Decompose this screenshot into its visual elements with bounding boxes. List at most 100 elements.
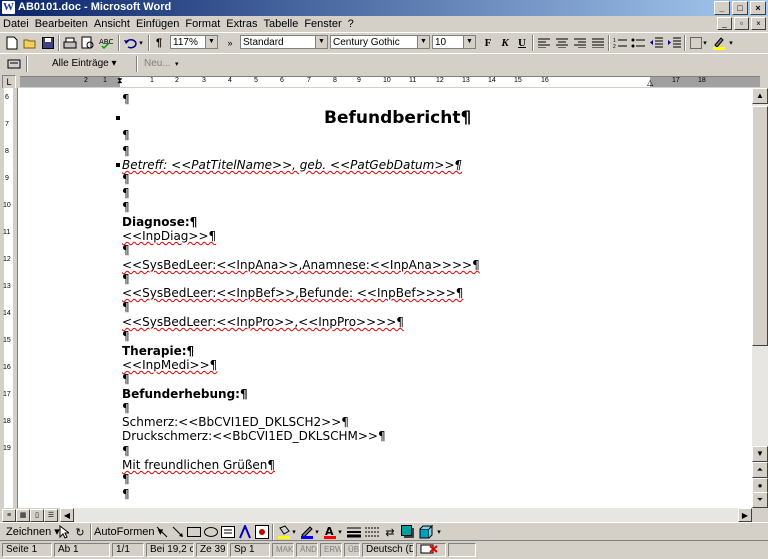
underline-button[interactable]: U xyxy=(514,35,530,51)
menu-datei[interactable]: Datei xyxy=(0,17,32,31)
overtype-indicator[interactable]: ÜB xyxy=(344,543,360,557)
drawing-overflow-icon[interactable]: ▾ xyxy=(434,524,444,540)
menu-fenster[interactable]: Fenster xyxy=(301,17,344,31)
word-app-icon[interactable]: W xyxy=(2,1,15,14)
line-style-icon[interactable] xyxy=(346,524,362,540)
save-icon[interactable] xyxy=(40,35,56,51)
anamnesis-field: <<SysBedLeer:<<InpAna>>,Anamnese:<<InpAn… xyxy=(122,258,480,272)
scroll-right-arrow[interactable]: ▶ xyxy=(738,508,752,522)
style-select[interactable]: Standard ▼ xyxy=(240,35,328,49)
font-select[interactable]: Century Gothic ▼ xyxy=(330,35,430,49)
spelling-status-icon[interactable] xyxy=(416,543,446,557)
dash-style-icon[interactable] xyxy=(364,524,380,540)
wordart-icon[interactable] xyxy=(237,524,253,540)
undo-dropdown-icon[interactable]: ▾ xyxy=(136,35,146,51)
show-formatting-icon[interactable]: ¶ xyxy=(151,35,167,51)
print-icon[interactable] xyxy=(62,35,78,51)
font-color-dropdown-icon[interactable]: ▾ xyxy=(336,524,344,540)
horizontal-scrollbar[interactable]: ≡ ▦ ▯ ☰ ◀ ▶ xyxy=(0,508,768,522)
bold-button[interactable]: F xyxy=(480,35,496,51)
open-icon[interactable] xyxy=(22,35,38,51)
align-center-icon[interactable] xyxy=(554,35,570,51)
clipart-icon[interactable] xyxy=(254,524,270,540)
free-rotate-icon[interactable]: ↻ xyxy=(72,524,88,540)
decrease-indent-icon[interactable] xyxy=(648,35,664,51)
language-indicator[interactable]: Deutsch (De xyxy=(362,543,414,557)
right-indent-marker[interactable]: △ xyxy=(647,78,653,87)
oval-tool-icon[interactable] xyxy=(203,524,219,540)
align-right-icon[interactable] xyxy=(572,35,588,51)
line-color-dropdown-icon[interactable]: ▾ xyxy=(313,524,321,540)
menu-tabelle[interactable]: Tabelle xyxy=(260,17,301,31)
3d-icon[interactable] xyxy=(418,524,434,540)
extend-selection-indicator[interactable]: ERW xyxy=(320,543,342,557)
medication-field: <<InpMedi>>¶ xyxy=(122,358,218,372)
fill-color-dropdown-icon[interactable]: ▾ xyxy=(290,524,298,540)
previous-page-icon[interactable]: ⏶ xyxy=(752,462,768,478)
vertical-ruler: 6 7 8 9 10 11 12 13 14 15 16 17 18 19 xyxy=(0,88,18,508)
vertical-scrollbar[interactable]: ▲ ▼ ⏶ ● ⏷ xyxy=(752,88,768,508)
vruler-num: 15 xyxy=(3,337,11,344)
autoshapes-menu-button[interactable]: AutoFormen ▾ xyxy=(94,525,163,538)
new-doc-icon[interactable] xyxy=(4,35,20,51)
new-entry-button[interactable]: Neu... xyxy=(144,56,171,72)
doc-minimize-button[interactable]: _ xyxy=(717,17,732,30)
scroll-left-arrow[interactable]: ◀ xyxy=(60,508,74,522)
borders-dropdown-icon[interactable]: ▾ xyxy=(700,35,710,51)
arrow-style-icon[interactable]: ⇄ xyxy=(382,524,398,540)
menu-extras[interactable]: Extras xyxy=(223,17,260,31)
window-title: AB0101.doc - Microsoft Word xyxy=(18,1,172,13)
next-page-icon[interactable]: ⏷ xyxy=(752,492,768,508)
spellcheck-icon[interactable]: ABC xyxy=(98,35,114,51)
shadow-icon[interactable] xyxy=(400,524,416,540)
outline-view-icon[interactable]: ☰ xyxy=(44,509,58,522)
all-entries-button[interactable]: Alle Einträge ▾ xyxy=(52,56,117,72)
menu-bearbeiten[interactable]: Bearbeiten xyxy=(32,17,91,31)
textbox-tool-icon[interactable] xyxy=(220,524,236,540)
highlight-dropdown-icon[interactable]: ▾ xyxy=(726,35,736,51)
first-line-indent-marker[interactable]: ⧗ xyxy=(117,76,123,86)
toolbar-overflow-icon[interactable]: » xyxy=(222,35,238,51)
font-size-select[interactable]: 10 ▼ xyxy=(432,35,476,49)
draw-menu-button[interactable]: Zeichnen ▾ xyxy=(6,525,60,538)
scroll-thumb[interactable] xyxy=(752,106,768,346)
menu-ansicht[interactable]: Ansicht xyxy=(91,17,133,31)
doc-restore-button[interactable]: ▫ xyxy=(734,17,749,30)
tenderness-field: Druckschmerz:<<BbCVI1ED_DKLSCHM>>¶ xyxy=(122,429,386,443)
highlight-icon[interactable] xyxy=(711,35,727,51)
select-objects-icon[interactable] xyxy=(56,524,72,540)
macro-recorder-indicator[interactable]: MAK xyxy=(272,543,294,557)
numbering-icon[interactable]: 12 xyxy=(612,35,628,51)
scroll-up-arrow[interactable]: ▲ xyxy=(752,88,768,104)
justify-icon[interactable] xyxy=(590,35,606,51)
menu-format[interactable]: Format xyxy=(182,17,223,31)
ruler-tick: 6 xyxy=(280,77,284,84)
arrow-tool-icon[interactable] xyxy=(170,524,186,540)
toolbar2-dropdown-icon[interactable]: ▾ xyxy=(175,60,179,68)
web-layout-icon[interactable]: ▦ xyxy=(16,509,30,522)
document-page[interactable]: ¶ Befundbericht¶ ¶ ¶ Betreff: <<PatTitel… xyxy=(18,88,752,508)
ruler-track[interactable]: 2 1 1 2 3 4 5 6 7 8 9 10 11 12 13 14 15 … xyxy=(20,76,760,87)
print-layout-icon[interactable]: ▯ xyxy=(30,509,44,522)
track-changes-indicator[interactable]: ÄND xyxy=(296,543,318,557)
print-preview-icon[interactable] xyxy=(80,35,96,51)
scroll-down-arrow[interactable]: ▼ xyxy=(752,446,768,462)
normal-view-icon[interactable]: ≡ xyxy=(2,509,16,522)
doc-close-button[interactable]: × xyxy=(751,17,766,30)
maximize-button[interactable]: □ xyxy=(732,1,748,15)
status-line: Ze 39 xyxy=(196,543,228,557)
tab-type-selector[interactable]: L xyxy=(2,75,16,89)
zoom-select[interactable]: 117% ▼ xyxy=(170,35,218,49)
keep-with-next-marker xyxy=(116,116,120,120)
menu-einfuegen[interactable]: Einfügen xyxy=(133,17,182,31)
italic-button[interactable]: K xyxy=(497,35,513,51)
line-tool-icon[interactable] xyxy=(154,524,170,540)
close-button[interactable]: × xyxy=(750,1,766,15)
rectangle-tool-icon[interactable] xyxy=(186,524,202,540)
increase-indent-icon[interactable] xyxy=(666,35,682,51)
minimize-button[interactable]: _ xyxy=(714,1,730,15)
bullets-icon[interactable] xyxy=(630,35,646,51)
menu-help[interactable]: ? xyxy=(345,17,357,31)
toolbar-options-icon[interactable] xyxy=(6,56,22,72)
align-left-icon[interactable] xyxy=(536,35,552,51)
